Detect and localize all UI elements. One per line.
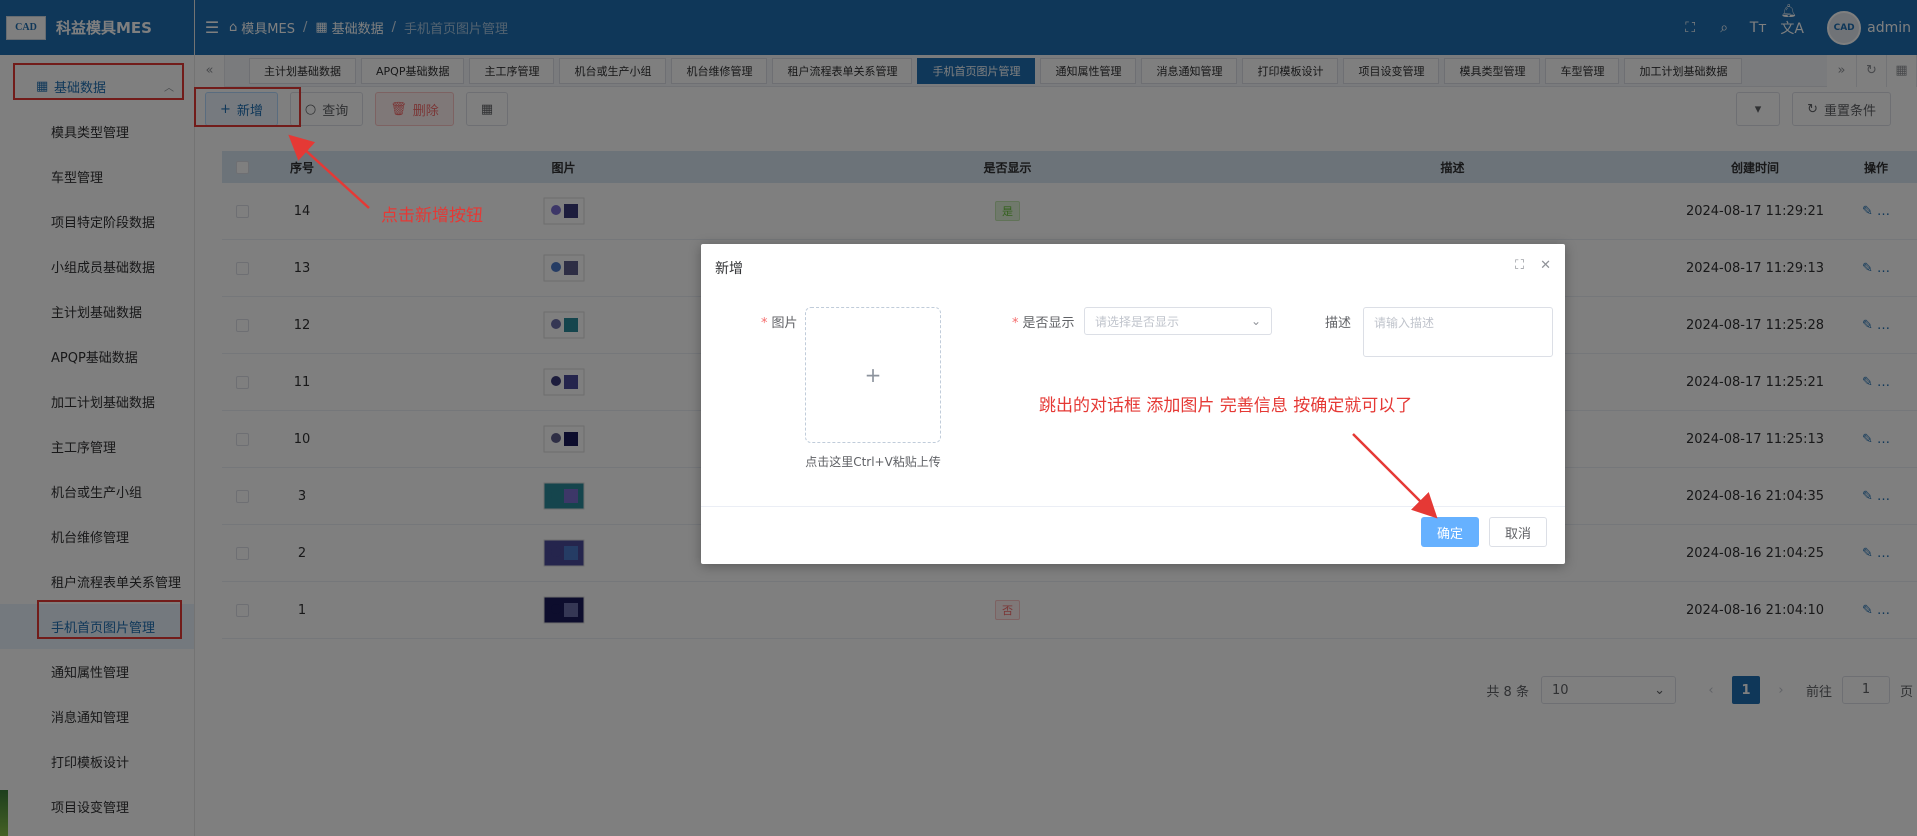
image-upload[interactable]: +: [805, 307, 941, 443]
upload-tip: 点击这里Ctrl+V粘贴上传: [805, 455, 941, 469]
dialog-title: 新增: [715, 261, 743, 277]
maximize-icon[interactable]: ⛶: [1515, 258, 1524, 273]
close-icon[interactable]: ✕: [1540, 258, 1551, 273]
plus-icon: +: [864, 363, 882, 387]
desc-textarea[interactable]: 请输入描述: [1363, 307, 1553, 357]
desc-label: 描述: [1325, 316, 1352, 331]
confirm-button[interactable]: 确定: [1421, 517, 1479, 547]
annotation-dialog-hint: 跳出的对话框 添加图片 完善信息 按确定就可以了: [1039, 396, 1413, 416]
show-label: * 是否显示: [1012, 316, 1075, 331]
chevron-down-icon: ⌄: [1250, 314, 1261, 328]
show-select[interactable]: 请选择是否显示 ⌄: [1084, 307, 1272, 335]
annotation-add-hint: 点击新增按钮: [381, 206, 483, 226]
image-label: * 图片: [761, 316, 798, 331]
cancel-button[interactable]: 取消: [1489, 517, 1547, 547]
